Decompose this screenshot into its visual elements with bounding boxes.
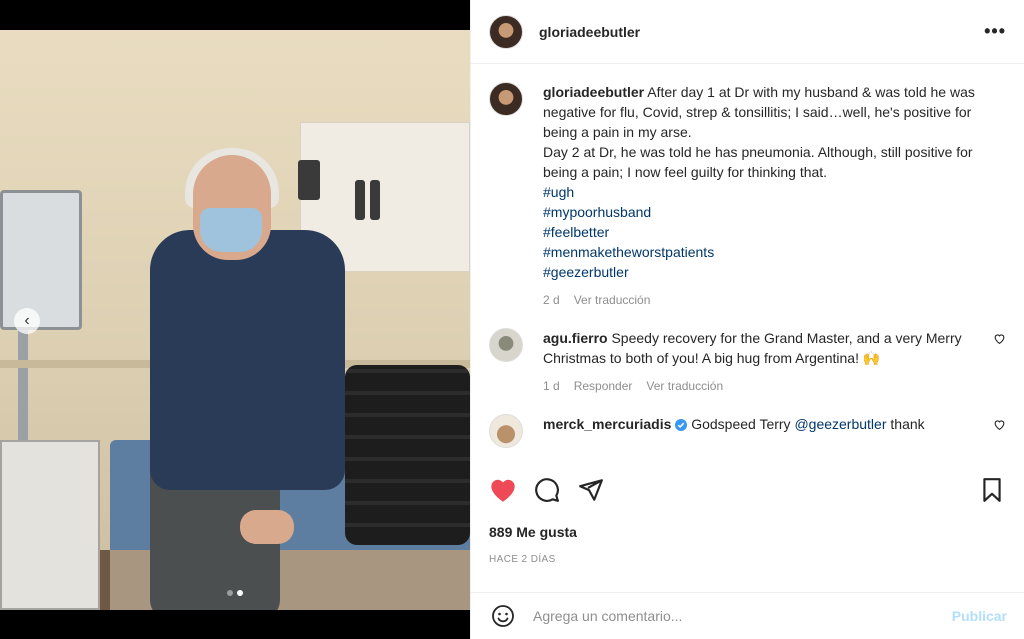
post-photo[interactable]: ‹ [0,0,470,639]
post-header: gloriadeebutler ••• [471,0,1024,64]
avatar[interactable] [489,82,523,116]
carousel-dot-active [237,590,243,596]
avatar[interactable] [489,14,523,49]
avatar[interactable] [489,328,523,362]
wall-device [370,180,380,220]
emoji-icon[interactable] [489,602,517,630]
mention-link[interactable]: @geezerbutler [794,416,886,432]
person-body [150,230,345,490]
post-side-panel: gloriadeebutler ••• gloriadeebutler Afte… [470,0,1024,639]
hashtag-link[interactable]: #geezerbutler [543,262,983,282]
comment-like-icon[interactable] [993,418,1007,432]
comment-input[interactable] [533,608,952,624]
caption-meta: 2 d Ver traducción [543,290,983,310]
face-mask [200,208,262,252]
comment-icon[interactable] [533,476,561,504]
chevron-left-icon[interactable]: ‹ [14,308,40,334]
hashtag-link[interactable]: #mypoorhusband [543,202,983,222]
monitor-pole [18,330,28,450]
carousel-dots [0,590,470,596]
comment-text: Godspeed Terry [691,416,791,432]
vital-signs-monitor [0,190,82,330]
carousel-dot [227,590,233,596]
comment: agu.fierro Speedy recovery for the Grand… [489,328,1007,396]
caption-username[interactable]: gloriadeebutler [543,84,644,100]
avatar[interactable] [489,414,523,448]
heart-filled-icon[interactable] [489,476,517,504]
comment-body: agu.fierro Speedy recovery for the Grand… [543,328,963,396]
translate-link[interactable]: Ver traducción [574,290,651,310]
share-icon[interactable] [577,476,605,504]
verified-badge-icon [675,416,688,436]
comment-like-icon[interactable] [993,332,1007,346]
post-actions [489,468,1006,512]
comments-list[interactable]: gloriadeebutler After day 1 at Dr with m… [471,64,1024,458]
more-options-icon[interactable]: ••• [984,21,1006,42]
comment-age[interactable]: 1 d [543,376,560,396]
publish-button[interactable]: Publicar [952,608,1007,624]
likes-count[interactable]: 889 Me gusta [489,524,577,540]
comment-body: merck_mercuriadis Godspeed Terry @geezer… [543,414,963,436]
reply-button[interactable]: Responder [574,376,633,396]
wall-device [298,160,320,200]
comment-username[interactable]: agu.fierro [543,330,608,346]
hashtag-link[interactable]: #menmaketheworstpatients [543,242,983,262]
caption-line-2: Day 2 at Dr, he was told he has pneumoni… [543,144,973,180]
wall-device [355,180,365,220]
hashtag-link[interactable]: #feelbetter [543,222,983,242]
cart [0,440,100,610]
caption: gloriadeebutler After day 1 at Dr with m… [489,82,1007,310]
comment-username[interactable]: merck_mercuriadis [543,416,671,432]
comment-composer: Publicar [471,592,1024,639]
caption-age[interactable]: 2 d [543,290,560,310]
jacket [345,365,470,545]
person-hand [240,510,294,544]
photo-scene [0,30,470,610]
comment: merck_mercuriadis Godspeed Terry @geezer… [489,414,1007,448]
hashtag-link[interactable]: #ugh [543,182,983,202]
bookmark-icon[interactable] [978,476,1006,504]
translate-link[interactable]: Ver traducción [646,376,723,396]
post-time-ago[interactable]: HACE 2 DÍAS [489,554,556,565]
comment-meta: 1 d Responder Ver traducción [543,376,963,396]
author-username[interactable]: gloriadeebutler [539,24,640,40]
comment-text-after: thank [890,416,925,432]
caption-body: gloriadeebutler After day 1 at Dr with m… [543,82,983,310]
